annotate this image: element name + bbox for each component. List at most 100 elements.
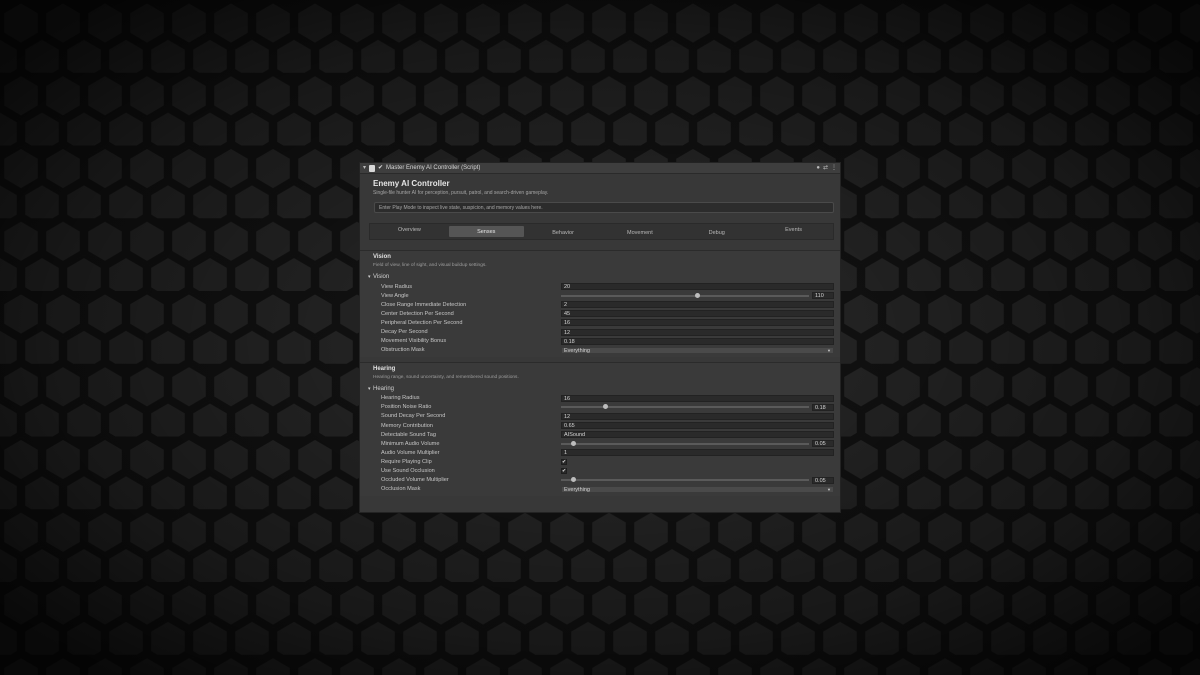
component-header-title: Master Enemy AI Controller (Script) (386, 165, 481, 171)
center-detection-row: Center Detection Per Second 45 (368, 309, 834, 318)
use-occlusion-checkbox[interactable]: ✔ (561, 468, 567, 475)
field-label: Center Detection Per Second (381, 310, 454, 317)
sound-tag-input[interactable]: AISound (561, 431, 834, 439)
foldout-arrow-icon[interactable]: ▾ (363, 164, 366, 172)
slider-track[interactable] (561, 477, 809, 483)
peripheral-detection-input[interactable]: 16 (561, 319, 834, 327)
memory-contribution-input[interactable]: 0.65 (561, 422, 834, 430)
field-label: Sound Decay Per Second (381, 413, 446, 420)
view-radius-row: View Radius 20 (368, 282, 834, 291)
field-label: Occlusion Mask (381, 486, 421, 493)
use-occlusion-row: Use Sound Occlusion ✔ (368, 467, 834, 476)
hearing-radius-input[interactable]: 16 (561, 394, 834, 402)
sound-tag-row: Detectable Sound Tag AISound (368, 430, 834, 439)
sound-decay-input[interactable]: 12 (561, 412, 834, 420)
tab-senses[interactable]: Senses (448, 226, 524, 237)
field-label: Peripheral Detection Per Second (381, 319, 463, 326)
slider-knob[interactable] (570, 477, 576, 483)
field-label: Decay Per Second (381, 329, 428, 336)
require-playing-checkbox[interactable]: ✔ (561, 458, 567, 465)
view-angle-slider[interactable]: 110 (561, 292, 834, 300)
sound-decay-row: Sound Decay Per Second 12 (368, 412, 834, 421)
hearing-section: Hearing Hearing range, sound uncertainty… (360, 361, 840, 496)
occlusion-mask-dropdown[interactable]: Everything ▼ (561, 485, 834, 493)
decay-input[interactable]: 12 (561, 328, 834, 336)
slider-knob[interactable] (603, 404, 609, 410)
field-label: View Radius (381, 283, 412, 290)
kebab-menu-icon[interactable]: ⋮ (831, 164, 837, 172)
component-header[interactable]: ▾ ✔ Master Enemy AI Controller (Script) … (360, 163, 840, 174)
vision-foldout[interactable]: ▾ Vision (368, 273, 834, 282)
position-noise-row: Position Noise Ratio 0.18 (368, 403, 834, 412)
field-label: Minimum Audio Volume (381, 440, 440, 447)
occluded-multiplier-input[interactable]: 0.05 (812, 476, 834, 484)
component-title: Enemy AI Controller (373, 179, 450, 188)
obstruction-mask-dropdown[interactable]: Everything ▼ (561, 346, 834, 354)
enabled-checkbox[interactable]: ✔ (378, 164, 383, 172)
peripheral-detection-row: Peripheral Detection Per Second 16 (368, 318, 834, 327)
tab-events[interactable]: Events (756, 226, 831, 237)
tab-overview[interactable]: Overview (372, 226, 447, 237)
slider-track[interactable] (561, 440, 809, 446)
field-label: Close Range Immediate Detection (381, 301, 467, 308)
tab-debug[interactable]: Debug (679, 226, 754, 237)
obstruction-mask-row: Obstruction Mask Everything ▼ (368, 346, 834, 355)
tab-movement[interactable]: Movement (602, 226, 677, 237)
view-radius-input[interactable]: 20 (561, 283, 834, 291)
field-label: Obstruction Mask (381, 347, 425, 354)
view-angle-input[interactable]: 110 (812, 292, 834, 300)
require-playing-row: Require Playing Clip ✔ (368, 457, 834, 466)
view-angle-row: View Angle 110 (368, 291, 834, 300)
inspector-panel: ▾ ✔ Master Enemy AI Controller (Script) … (359, 162, 841, 513)
close-range-input[interactable]: 2 (561, 301, 834, 309)
occluded-multiplier-row: Occluded Volume Multiplier 0.05 (368, 476, 834, 485)
component-subtitle: Single-file hunter AI for perception, pu… (373, 190, 549, 196)
field-label: Require Playing Clip (381, 458, 432, 465)
audio-multiplier-row: Audio Volume Multiplier 1 (368, 448, 834, 457)
dropdown-value: Everything (564, 486, 590, 493)
min-audio-slider[interactable]: 0.05 (561, 440, 834, 448)
field-label: Memory Contribution (381, 422, 433, 429)
info-box: Enter Play Mode to inspect live state, s… (374, 202, 834, 213)
dropdown-value: Everything (564, 347, 590, 354)
position-noise-slider[interactable]: 0.18 (561, 403, 834, 411)
field-label: Occluded Volume Multiplier (381, 477, 449, 484)
slider-knob[interactable] (694, 292, 700, 298)
decay-row: Decay Per Second 12 (368, 327, 834, 336)
min-audio-row: Minimum Audio Volume 0.05 (368, 439, 834, 448)
min-audio-input[interactable]: 0.05 (812, 440, 834, 448)
field-label: Audio Volume Multiplier (381, 449, 440, 456)
center-detection-input[interactable]: 45 (561, 310, 834, 318)
tab-behavior[interactable]: Behavior (526, 226, 601, 237)
movement-bonus-input[interactable]: 0.18 (561, 337, 834, 345)
movement-bonus-row: Movement Visibility Bonus 0.18 (368, 337, 834, 346)
slider-track[interactable] (561, 292, 809, 298)
vision-title: Vision (373, 254, 391, 260)
memory-contribution-row: Memory Contribution 0.65 (368, 421, 834, 430)
field-label: Detectable Sound Tag (381, 431, 436, 438)
hearing-title: Hearing (373, 365, 396, 372)
hearing-foldout[interactable]: ▾ Hearing (368, 385, 834, 394)
field-label: View Angle (381, 292, 409, 299)
position-noise-input[interactable]: 0.18 (812, 403, 834, 411)
field-label: Use Sound Occlusion (381, 468, 435, 475)
tab-bar: Overview Senses Behavior Movement Debug … (369, 223, 834, 240)
hearing-radius-row: Hearing Radius 16 (368, 394, 834, 403)
vision-section: Vision Field of view, line of sight, and… (360, 250, 840, 357)
field-label: Movement Visibility Bonus (381, 338, 447, 345)
vision-description: Field of view, line of sight, and visual… (373, 263, 487, 268)
occluded-multiplier-slider[interactable]: 0.05 (561, 476, 834, 484)
help-icon[interactable]: ● (816, 164, 820, 172)
slider-track[interactable] (561, 404, 809, 410)
field-label: Hearing Radius (381, 395, 420, 402)
field-label: Position Noise Ratio (381, 404, 432, 411)
chevron-down-icon: ▼ (827, 486, 831, 492)
hearing-description: Hearing range, sound uncertainty, and re… (373, 374, 519, 380)
close-range-row: Close Range Immediate Detection 2 (368, 300, 834, 309)
slider-knob[interactable] (570, 440, 576, 446)
occlusion-mask-row: Occlusion Mask Everything ▼ (368, 485, 834, 494)
audio-multiplier-input[interactable]: 1 (561, 449, 834, 457)
preset-icon[interactable]: ⇄ (823, 164, 828, 172)
script-icon (369, 164, 376, 172)
chevron-down-icon: ▼ (827, 347, 831, 353)
